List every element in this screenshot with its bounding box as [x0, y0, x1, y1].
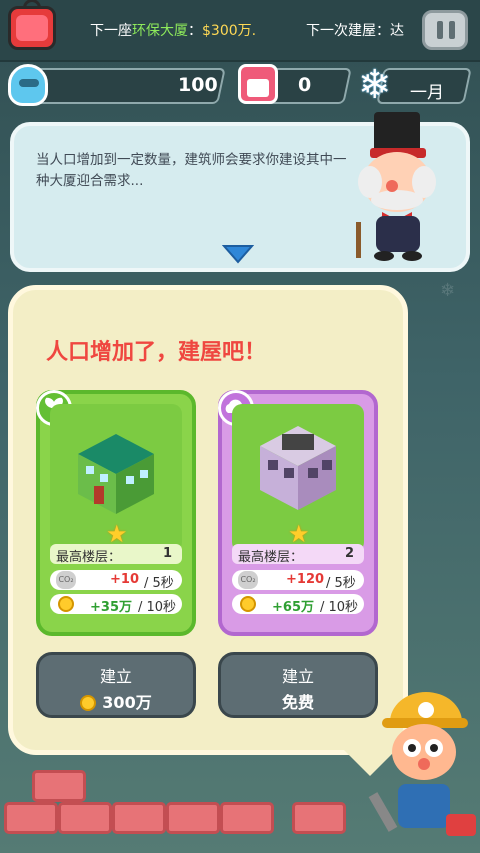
panel-headline: 人口增加了，建屋吧！	[46, 340, 267, 365]
build-cloud-button[interactable]: 建立 免费	[218, 652, 378, 718]
coin-icon	[80, 695, 97, 711]
builder-character	[368, 692, 476, 836]
next-building-info: 下一座环保大厦：$300万.	[90, 20, 256, 40]
tv-icon[interactable]	[8, 0, 56, 50]
build-cost: 300万	[39, 689, 193, 713]
co2-row: CO₂ +10 / 5秒	[50, 570, 182, 591]
next-building-name: 环保大厦	[132, 23, 188, 39]
pause-button[interactable]	[422, 10, 468, 50]
top-bar: 下一座环保大厦：$300万. 下一次建屋：达	[0, 0, 480, 62]
floor-row: 最高楼层： 1	[50, 544, 182, 565]
co2-value: +10	[110, 572, 139, 587]
pause-icon-bar	[437, 21, 443, 39]
snowflake-deco-icon: ❄	[440, 280, 456, 301]
pause-icon-bar	[449, 21, 455, 39]
co2-icon: CO₂	[238, 571, 258, 589]
architect-character	[356, 112, 436, 261]
money-rate: / 10秒	[138, 600, 177, 615]
next-construction-label: 下一次建屋：达	[306, 23, 404, 39]
brick	[32, 770, 86, 802]
money-row: +35万 / 10秒	[50, 594, 182, 615]
money-value: +65万	[272, 600, 314, 615]
brick	[166, 802, 220, 834]
brick	[4, 802, 58, 834]
co2-value: +120	[286, 572, 325, 587]
co2-rate: / 5秒	[144, 576, 174, 591]
brick	[112, 802, 166, 834]
snowflake-icon: ❄	[358, 62, 392, 108]
population-icon	[8, 64, 48, 106]
speech-text: 当人口增加到一定数量，建筑师会要求你建设其中一种大厦迎合需求...	[36, 152, 347, 189]
money-rate: / 10秒	[320, 600, 359, 615]
floor-label: 最高楼层：	[238, 550, 304, 565]
floor-value: 2	[344, 546, 354, 561]
next-building-colon: ：	[188, 23, 202, 39]
coin-icon	[240, 596, 256, 612]
money-value: +35万	[90, 600, 132, 615]
eco-building-card[interactable]: ★ 最高楼层： 1 CO₂ +10 / 5秒 +35万 / 10秒	[36, 390, 196, 636]
coin-icon	[58, 596, 74, 612]
build-cost-value: 300万	[102, 693, 152, 712]
chevron-down-icon[interactable]	[222, 244, 254, 264]
month-value: 一月	[410, 83, 444, 103]
days-value: 0	[298, 74, 312, 96]
money-row: +65万 / 10秒	[232, 594, 364, 615]
calendar-icon	[238, 64, 278, 104]
purple-building-image	[260, 426, 336, 510]
brick	[58, 802, 112, 834]
floor-label: 最高楼层：	[56, 550, 122, 565]
floor-row: 最高楼层： 2	[232, 544, 364, 565]
co2-rate: / 5秒	[326, 576, 356, 591]
co2-icon: CO₂	[56, 571, 76, 589]
next-building-cost: $300万.	[202, 23, 257, 39]
build-eco-button[interactable]: 建立 300万	[36, 652, 196, 718]
cloud-building-card[interactable]: ★ 最高楼层： 2 CO₂ +120 / 5秒 +65万 / 10秒	[218, 390, 378, 636]
green-building-image	[78, 434, 154, 514]
brick	[292, 802, 346, 834]
next-building-prefix: 下一座	[90, 23, 132, 39]
build-label: 建立	[281, 667, 314, 686]
co2-row: CO₂ +120 / 5秒	[232, 570, 364, 591]
build-label: 建立	[99, 667, 132, 686]
floor-value: 1	[162, 546, 172, 561]
population-value: 100	[178, 74, 218, 96]
brick	[220, 802, 274, 834]
build-cost: 免费	[281, 693, 314, 712]
